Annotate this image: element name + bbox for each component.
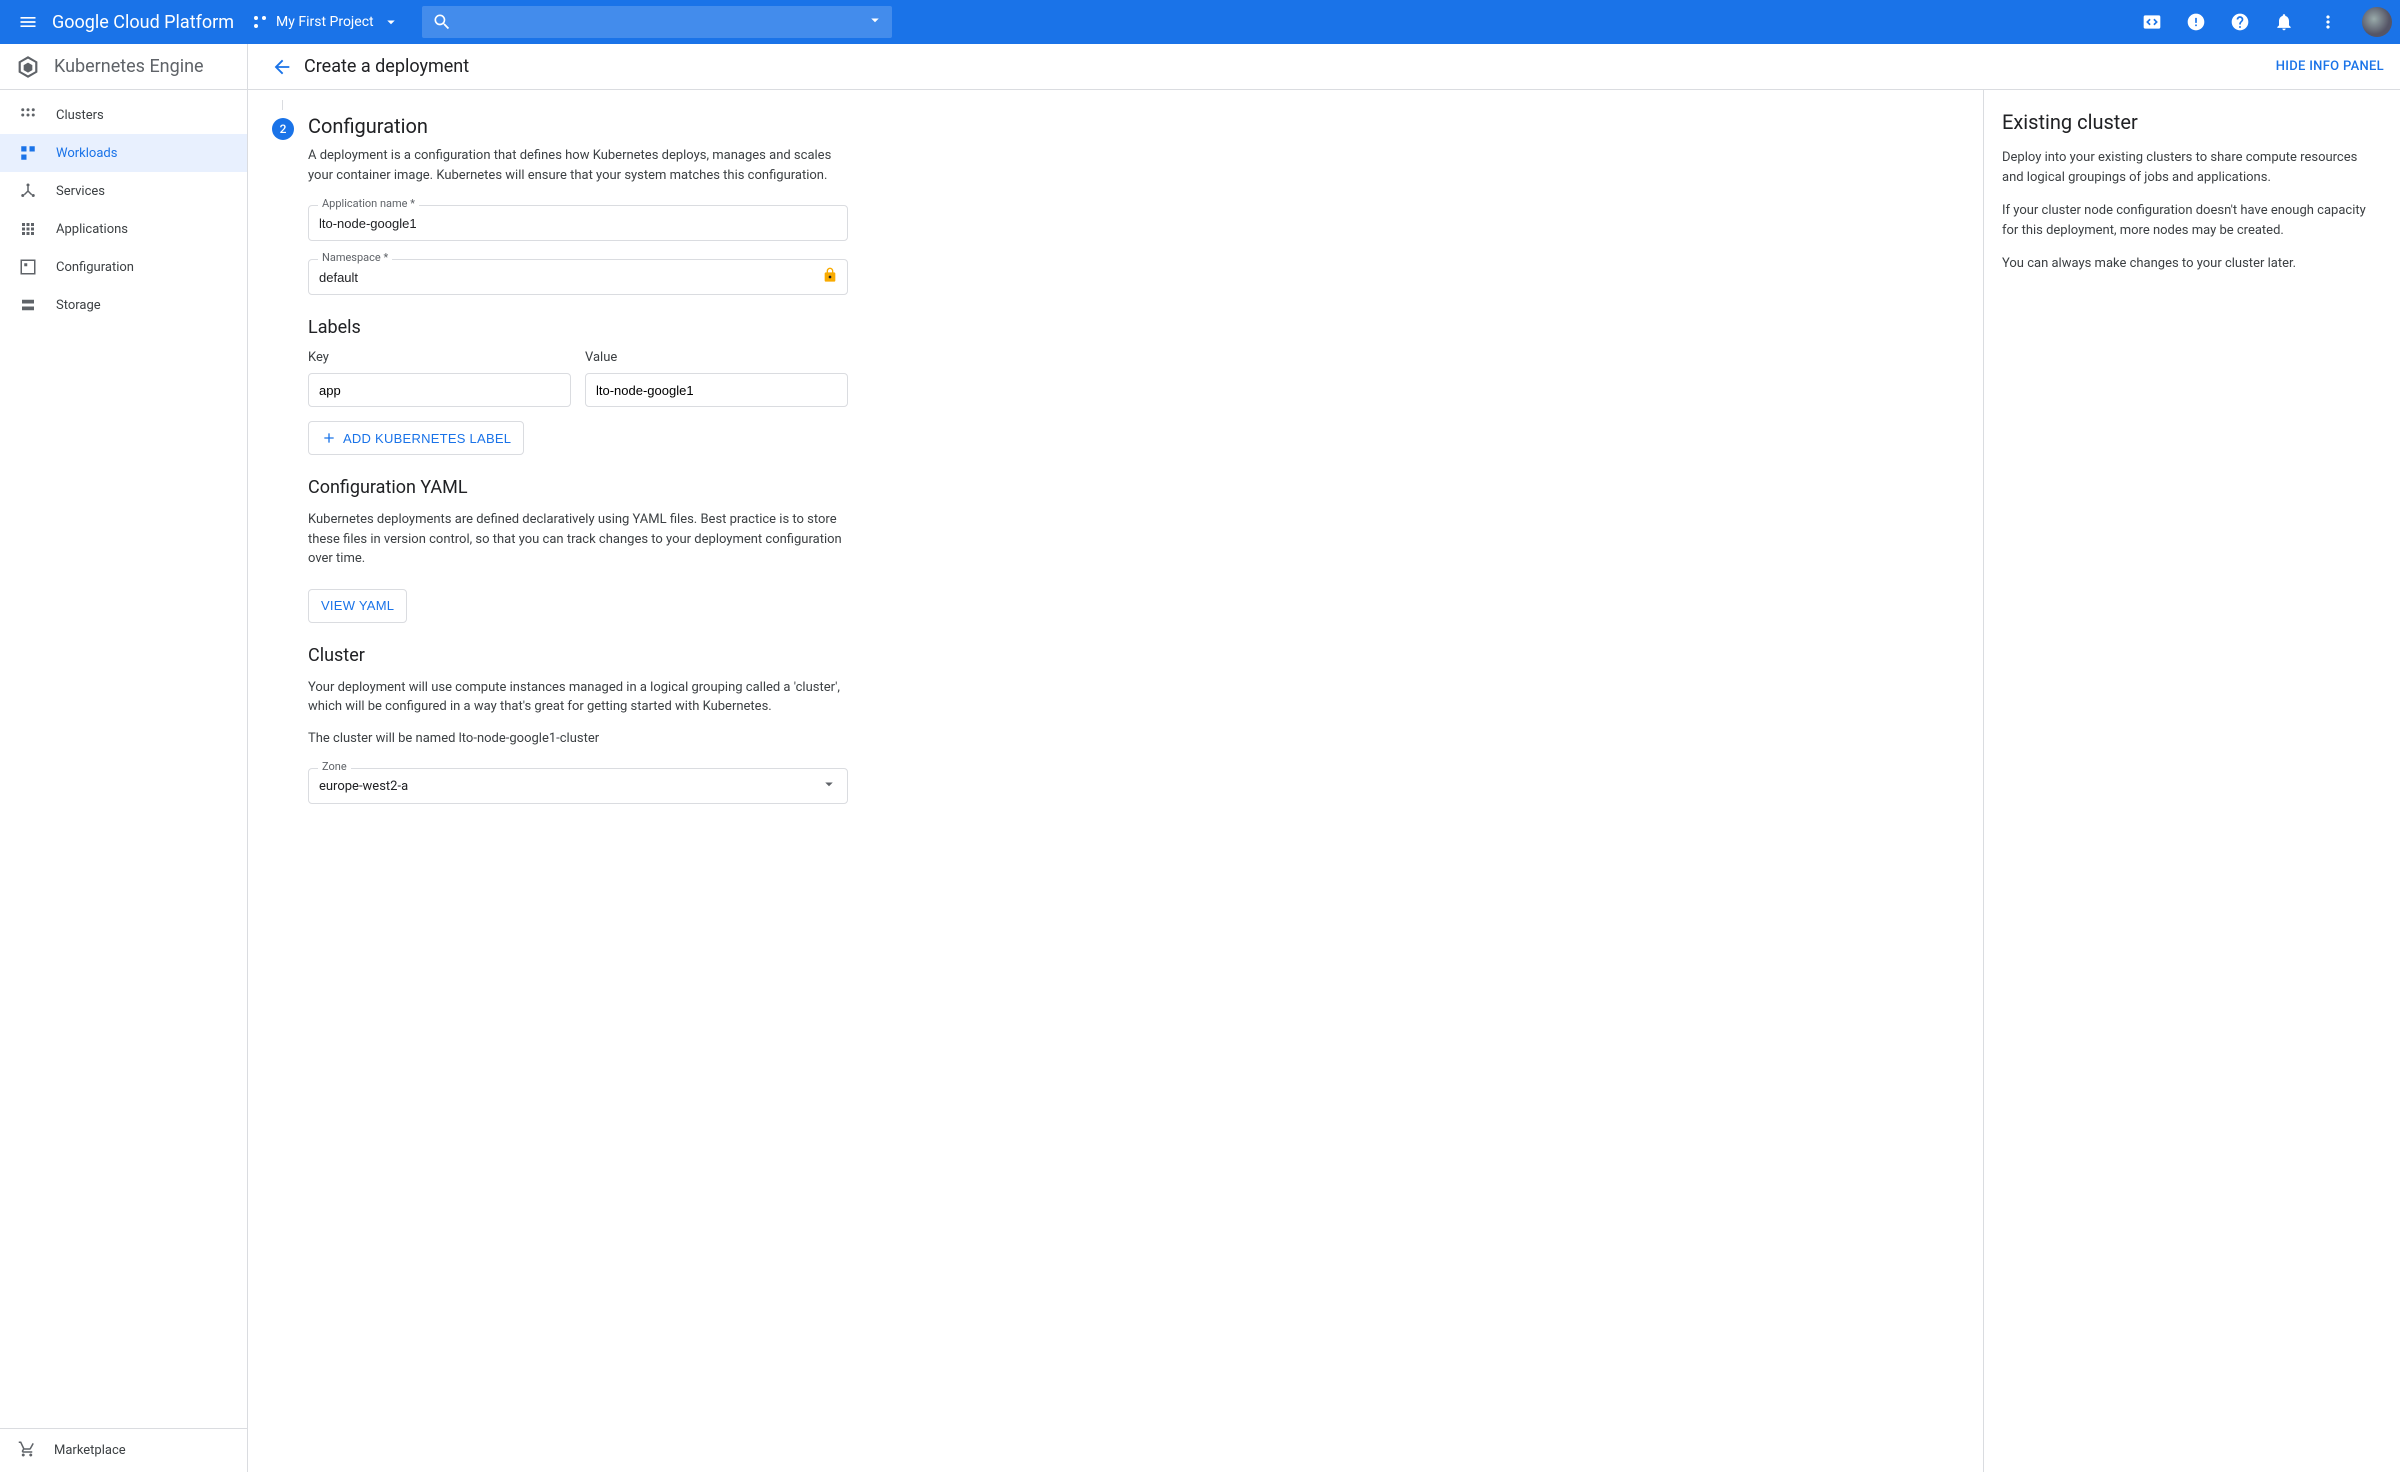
search-box[interactable] [422, 6, 892, 38]
info-panel: Existing cluster Deploy into your existi… [1984, 90, 2400, 1472]
info-panel-p2: If your cluster node configuration doesn… [2002, 201, 2382, 240]
sidebar-item-label: Clusters [56, 108, 104, 123]
applications-icon [18, 219, 38, 239]
add-kubernetes-label-button[interactable]: ADD KUBERNETES LABEL [308, 421, 524, 455]
project-icon [252, 14, 268, 30]
plus-icon [321, 430, 337, 446]
kubernetes-engine-icon [14, 53, 42, 81]
label-key-input[interactable] [308, 373, 571, 407]
sidebar-item-label: Workloads [56, 146, 117, 161]
zone-field: Zone europe-west2-a [308, 768, 848, 804]
add-label-button-text: ADD KUBERNETES LABEL [343, 431, 511, 446]
gcp-logo[interactable]: Google Cloud Platform [52, 12, 234, 33]
labels-key-header: Key [308, 350, 571, 365]
chevron-down-icon [866, 11, 884, 29]
marketplace-icon [18, 1440, 36, 1462]
configuration-icon [18, 257, 38, 277]
hide-info-panel-button[interactable]: HIDE INFO PANEL [2276, 59, 2384, 74]
zone-select[interactable]: europe-west2-a [308, 768, 848, 804]
namespace-field: Namespace * [308, 259, 848, 295]
info-panel-heading: Existing cluster [2002, 110, 2382, 134]
sidebar-item-applications[interactable]: Applications [0, 210, 247, 248]
application-name-input[interactable] [308, 205, 848, 241]
search-dropdown-icon[interactable] [866, 11, 884, 33]
alert-icon [2186, 12, 2206, 32]
info-panel-p3: You can always make changes to your clus… [2002, 254, 2382, 274]
product-header: Kubernetes Engine [0, 44, 248, 89]
services-icon [18, 181, 38, 201]
label-value-input[interactable] [585, 373, 848, 407]
back-button[interactable] [264, 49, 300, 85]
cluster-name-line: The cluster will be named lto-node-googl… [308, 729, 848, 749]
clusters-icon [18, 105, 38, 125]
step-number-badge: 2 [272, 118, 294, 140]
namespace-input[interactable] [308, 259, 848, 295]
help-icon [2230, 12, 2250, 32]
lock-icon [822, 267, 838, 287]
alerts-button[interactable] [2178, 4, 2214, 40]
namespace-label: Namespace * [318, 251, 392, 264]
sidebar-item-services[interactable]: Services [0, 172, 247, 210]
project-name: My First Project [276, 14, 374, 30]
marketplace-label: Marketplace [54, 1443, 126, 1458]
application-name-label: Application name * [318, 197, 419, 210]
search-icon [432, 12, 452, 32]
yaml-heading: Configuration YAML [308, 477, 848, 498]
bell-icon [2274, 12, 2294, 32]
help-button[interactable] [2222, 4, 2258, 40]
arrow-back-icon [271, 56, 293, 78]
zone-value: europe-west2-a [319, 779, 408, 794]
gcp-top-bar: Google Cloud Platform My First Project [0, 0, 2400, 44]
cloud-shell-icon [2142, 12, 2162, 32]
project-picker[interactable]: My First Project [252, 13, 400, 31]
configuration-heading: Configuration [308, 114, 848, 138]
product-name: Kubernetes Engine [54, 56, 204, 77]
sidebar-item-label: Services [56, 184, 105, 199]
sidebar-item-storage[interactable]: Storage [0, 286, 247, 324]
user-avatar[interactable] [2362, 7, 2392, 37]
more-vert-icon [2318, 12, 2338, 32]
notifications-button[interactable] [2266, 4, 2302, 40]
workloads-icon [18, 143, 38, 163]
sidebar-item-label: Configuration [56, 260, 134, 275]
view-yaml-button[interactable]: VIEW YAML [308, 589, 407, 623]
labels-value-header: Value [585, 350, 848, 365]
cluster-description: Your deployment will use compute instanc… [308, 678, 848, 717]
info-panel-p1: Deploy into your existing clusters to sh… [2002, 148, 2382, 187]
product-bar: Kubernetes Engine Create a deployment HI… [0, 44, 2400, 90]
sidebar-item-clusters[interactable]: Clusters [0, 96, 247, 134]
yaml-description: Kubernetes deployments are defined decla… [308, 510, 848, 569]
topbar-utility-icons [2134, 4, 2392, 40]
hamburger-icon [18, 12, 38, 32]
zone-label: Zone [318, 760, 351, 773]
storage-icon [18, 295, 38, 315]
view-yaml-button-text: VIEW YAML [321, 598, 394, 613]
labels-heading: Labels [308, 317, 848, 338]
chevron-down-icon [382, 13, 400, 31]
cloud-shell-button[interactable] [2134, 4, 2170, 40]
form-area: 2 Configuration A deployment is a config… [248, 90, 1984, 1472]
sidebar-item-label: Applications [56, 222, 128, 237]
application-name-field: Application name * [308, 205, 848, 241]
configuration-description: A deployment is a configuration that def… [308, 146, 848, 185]
sidebar-item-label: Storage [56, 298, 101, 313]
left-nav-sidebar: Clusters Workloads Services Applications… [0, 90, 248, 1472]
nav-menu-button[interactable] [8, 2, 48, 42]
cluster-heading: Cluster [308, 645, 848, 666]
page-title: Create a deployment [304, 56, 469, 77]
sidebar-item-workloads[interactable]: Workloads [0, 134, 247, 172]
more-button[interactable] [2310, 4, 2346, 40]
sidebar-marketplace[interactable]: Marketplace [0, 1428, 247, 1472]
sidebar-item-configuration[interactable]: Configuration [0, 248, 247, 286]
